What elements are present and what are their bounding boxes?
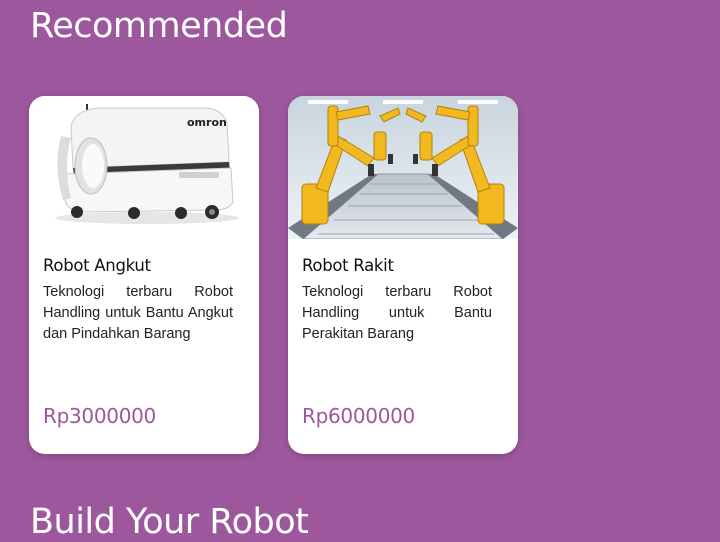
product-description: Teknologi terbaru Robot Handling untuk B… (43, 284, 233, 342)
product-name: Robot Angkut (43, 256, 151, 275)
product-name: Robot Rakit (302, 256, 394, 275)
product-image-robot-rakit (288, 96, 518, 239)
product-image-robot-angkut: omron (29, 96, 259, 239)
omron-brand-text: omron (187, 116, 227, 129)
product-price: Rp3000000 (43, 404, 156, 428)
product-price: Rp6000000 (302, 404, 415, 428)
product-description: Teknologi terbaru Robot Handling untuk B… (302, 284, 492, 342)
product-card-robot-angkut[interactable]: omron Robot Angkut Teknologi terbaru Rob… (29, 96, 259, 454)
recommended-heading: Recommended (30, 6, 288, 46)
product-card-robot-rakit[interactable]: Robot Rakit Teknologi terbaru Robot Hand… (288, 96, 518, 454)
build-your-robot-heading: Build Your Robot (30, 502, 309, 542)
